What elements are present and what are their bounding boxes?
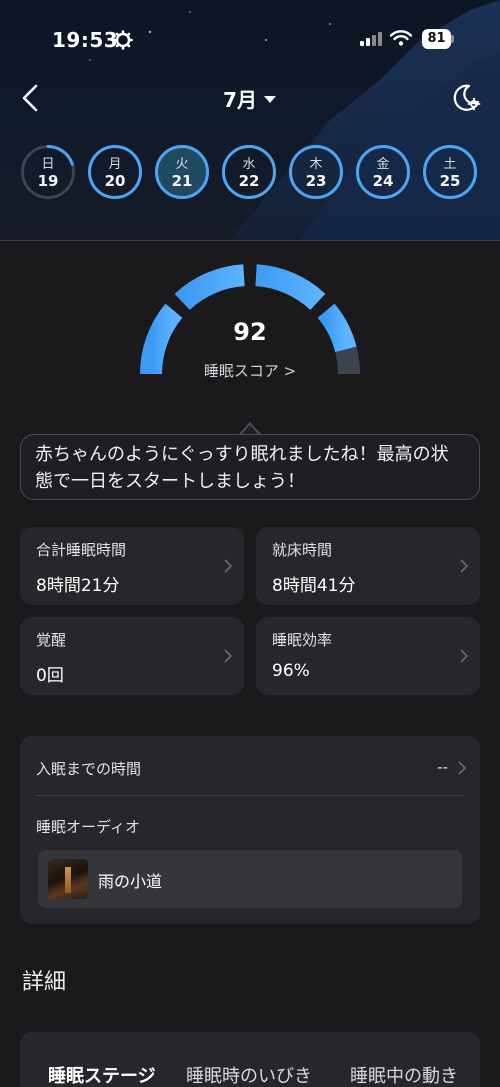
sleep-audio-item[interactable]: 雨の小道 bbox=[38, 850, 462, 908]
day-date: 25 bbox=[439, 172, 461, 190]
battery-icon: 81 bbox=[422, 29, 454, 49]
chevron-right-icon[interactable] bbox=[458, 761, 466, 775]
metric-title: 合計睡眠時間 bbox=[36, 541, 127, 559]
day-name: 月 bbox=[108, 157, 122, 172]
gear-icon bbox=[113, 30, 133, 50]
audio-track-name: 雨の小道 bbox=[98, 872, 163, 891]
metric-value: 0回 bbox=[36, 666, 64, 686]
day-4[interactable]: 木 23 bbox=[288, 144, 344, 200]
day-date: 20 bbox=[104, 172, 126, 190]
tab-sleep-stages[interactable]: 睡眠ステージ bbox=[48, 1062, 156, 1087]
signal-icon bbox=[360, 32, 382, 46]
sleep-message-bubble: 赤ちゃんのようにぐっすり眠れましたね！最高の状態で一日をスタートしましょう！ bbox=[20, 434, 480, 500]
hero-divider bbox=[0, 240, 500, 241]
day-date: 22 bbox=[238, 172, 260, 190]
day-0[interactable]: 日 19 bbox=[20, 144, 76, 200]
day-2[interactable]: 火 21 bbox=[154, 144, 210, 200]
wifi-icon bbox=[390, 30, 412, 46]
day-1[interactable]: 月 20 bbox=[87, 144, 143, 200]
details-tabs: 睡眠ステージ 睡眠時のいびき 睡眠中の動き bbox=[20, 1032, 480, 1087]
moon-settings-icon[interactable] bbox=[450, 82, 482, 114]
month-label: 7月 bbox=[223, 88, 257, 112]
details-title: 詳細 bbox=[22, 970, 67, 995]
sleep-onset-audio-card: 入眠までの時間 -- 睡眠オーディオ 雨の小道 bbox=[20, 736, 480, 924]
tab-movement[interactable]: 睡眠中の動き bbox=[350, 1062, 458, 1087]
sleep-score-link[interactable]: 睡眠スコア > bbox=[0, 360, 500, 381]
day-date: 21 bbox=[171, 172, 193, 190]
divider bbox=[36, 795, 464, 796]
sleep-onset-value: -- bbox=[437, 758, 448, 776]
score-segment-filled bbox=[255, 264, 326, 311]
sleep-onset-label[interactable]: 入眠までの時間 bbox=[36, 758, 141, 779]
chevron-right-icon bbox=[460, 649, 468, 663]
day-name: 金 bbox=[376, 157, 390, 172]
status-time: 19:53 bbox=[52, 28, 119, 52]
day-6[interactable]: 土 25 bbox=[422, 144, 478, 200]
day-name: 火 bbox=[175, 157, 189, 172]
nav-bar: 7月 bbox=[0, 78, 500, 118]
score-segment-filled bbox=[174, 264, 245, 311]
sleep-score-gauge[interactable]: 92 睡眠スコア > bbox=[0, 262, 500, 392]
tab-snoring[interactable]: 睡眠時のいびき bbox=[186, 1062, 312, 1087]
status-bar: 19:53 81 bbox=[0, 28, 500, 54]
day-name: 水 bbox=[242, 157, 256, 172]
audio-thumbnail bbox=[48, 859, 88, 899]
sleep-score-value: 92 bbox=[233, 318, 267, 346]
metric-time-in-bed[interactable]: 就床時間 8時間41分 bbox=[256, 527, 480, 605]
day-name: 日 bbox=[41, 157, 55, 172]
day-date: 19 bbox=[37, 172, 59, 190]
week-day-selector: 日 19 月 20 火 21 水 22 木 23 金 24 土 25 bbox=[0, 144, 500, 200]
metric-title: 就床時間 bbox=[272, 541, 333, 559]
month-selector[interactable]: 7月 bbox=[223, 84, 277, 113]
day-name: 土 bbox=[443, 157, 457, 172]
metric-total-sleep[interactable]: 合計睡眠時間 8時間21分 bbox=[20, 527, 244, 605]
battery-level: 81 bbox=[427, 31, 446, 46]
metric-value: 8時間41分 bbox=[272, 576, 356, 596]
chevron-right-icon bbox=[224, 649, 232, 663]
day-name: 木 bbox=[309, 157, 323, 172]
day-date: 24 bbox=[372, 172, 394, 190]
day-date: 23 bbox=[305, 172, 327, 190]
metric-title: 覚醒 bbox=[36, 631, 67, 649]
sleep-message-text: 赤ちゃんのようにぐっすり眠れましたね！最高の状態で一日をスタートしましょう！ bbox=[35, 444, 449, 492]
chevron-right-icon bbox=[224, 559, 232, 573]
metric-sleep-efficiency[interactable]: 睡眠効率 96% bbox=[256, 617, 480, 695]
day-5[interactable]: 金 24 bbox=[355, 144, 411, 200]
day-3[interactable]: 水 22 bbox=[221, 144, 277, 200]
metric-awakenings[interactable]: 覚醒 0回 bbox=[20, 617, 244, 695]
metric-value: 8時間21分 bbox=[36, 576, 120, 596]
chevron-right-icon bbox=[460, 559, 468, 573]
metric-value: 96% bbox=[272, 661, 310, 681]
caret-down-icon bbox=[263, 95, 276, 103]
sleep-audio-label: 睡眠オーディオ bbox=[36, 818, 140, 836]
metric-title: 睡眠効率 bbox=[272, 631, 333, 649]
